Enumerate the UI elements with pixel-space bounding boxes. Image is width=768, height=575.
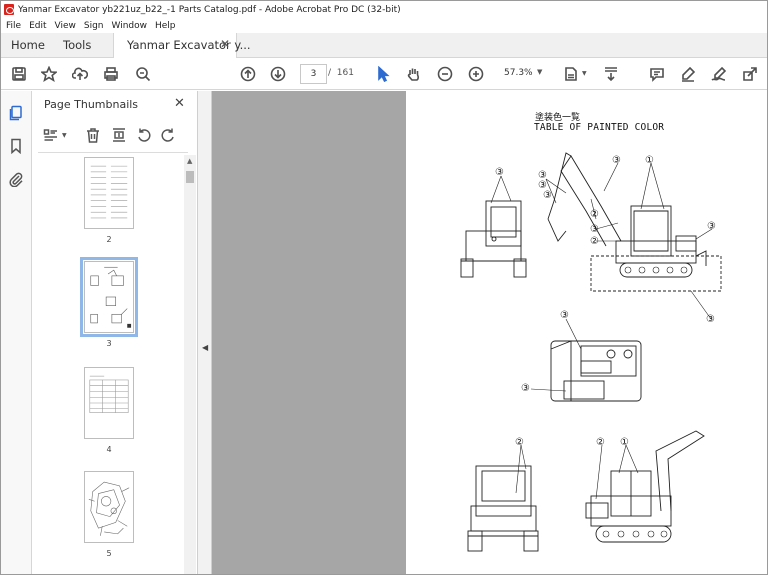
close-panel-icon[interactable]: ✕ [174, 96, 185, 111]
thumbnail-page-2-preview [90, 165, 128, 219]
thumbnail-tools: ▼ [40, 127, 190, 147]
menu-file[interactable]: File [6, 21, 21, 31]
thumbnail-page-3-preview [90, 266, 132, 328]
zoom-level[interactable]: 57.3% [504, 68, 533, 78]
thumbnail-number: 5 [106, 549, 112, 558]
thumbnail-number: 3 [106, 339, 112, 348]
tab-document[interactable]: Yanmar Excavator y... ✕ [113, 33, 251, 58]
comment-icon[interactable] [648, 65, 666, 83]
document-view[interactable]: 塗装色一覧 TABLE OF PAINTED COLOR ③ ③ ③ ③ ③ ①… [212, 91, 767, 574]
menu-window[interactable]: Window [112, 21, 148, 31]
page-thumbnails-icon[interactable] [8, 105, 24, 121]
tab-bar: Home Tools Yanmar Excavator y... ✕ [1, 33, 767, 58]
page-count: / 161 [328, 68, 354, 78]
zoom-dropdown-icon[interactable]: ▼ [537, 68, 542, 76]
delete-page-icon[interactable] [85, 127, 103, 145]
callout-1: ① [620, 437, 629, 448]
tab-document-label: Yanmar Excavator y... [127, 38, 251, 52]
thumbnail-page-5-preview [88, 481, 130, 536]
callout-2: ② [596, 437, 605, 448]
menu-edit[interactable]: Edit [29, 21, 46, 31]
page-fit-icon[interactable] [562, 65, 580, 83]
thumbnail-page-2[interactable] [84, 157, 134, 229]
callout-3: ③ [560, 310, 569, 321]
total-pages: 161 [336, 68, 354, 78]
thumbnail-number: 2 [106, 235, 112, 244]
thumbnail-options-icon[interactable] [43, 127, 61, 145]
callout-3: ③ [521, 383, 530, 394]
tab-home[interactable]: Home [11, 38, 45, 52]
prev-page-icon[interactable] [239, 65, 257, 83]
pdf-page: 塗装色一覧 TABLE OF PAINTED COLOR ③ ③ ③ ③ ③ ①… [406, 91, 767, 574]
callout-3: ③ [495, 167, 504, 178]
callout-3: ③ [612, 155, 621, 166]
collapse-panel-icon[interactable]: ◀ [202, 343, 208, 352]
panel-title: Page Thumbnails [44, 98, 139, 111]
left-navigation-rail [1, 91, 32, 574]
thumbnails-panel: Page Thumbnails ✕ ▼ 2 3 4 5 ▲ [32, 91, 198, 574]
excavator-top-view [550, 340, 642, 402]
close-tab-icon[interactable]: ✕ [220, 37, 230, 51]
hand-icon[interactable] [405, 65, 423, 83]
excavator-rear-view-bottom [467, 465, 539, 552]
zoom-in-icon[interactable] [467, 65, 485, 83]
callout-2: ② [590, 236, 599, 247]
thumbnail-page-4[interactable] [84, 367, 134, 439]
menu-view[interactable]: View [55, 21, 76, 31]
page-fit-dropdown-icon[interactable]: ▼ [582, 70, 587, 77]
callout-1: ① [645, 155, 654, 166]
scroll-up-icon[interactable]: ▲ [187, 157, 192, 165]
menu-bar: File Edit View Sign Window Help [1, 18, 767, 33]
title-bar: Yanmar Excavator yb221uz_b22_-1 Parts Ca… [1, 1, 767, 18]
thumbnail-list: 2 3 4 5 [32, 153, 186, 574]
acrobat-window: Yanmar Excavator yb221uz_b22_-1 Parts Ca… [0, 0, 768, 575]
thumbnail-page-3[interactable] [80, 257, 138, 337]
zoom-out-icon[interactable] [436, 65, 454, 83]
next-page-icon[interactable] [269, 65, 287, 83]
print-icon[interactable] [102, 65, 120, 83]
highlight-icon[interactable] [679, 65, 697, 83]
callout-3: ③ [706, 314, 715, 325]
zoom-search-icon[interactable] [134, 65, 152, 83]
attachments-icon[interactable] [8, 171, 24, 188]
extract-page-icon[interactable] [111, 127, 129, 145]
panel-splitter[interactable]: ◀ [198, 91, 212, 574]
page-number-input[interactable]: 3 [300, 64, 327, 84]
excavator-rear-view [460, 200, 527, 278]
sign-icon[interactable] [710, 65, 728, 83]
window-title: Yanmar Excavator yb221uz_b22_-1 Parts Ca… [18, 4, 401, 15]
save-icon[interactable] [10, 65, 28, 83]
rotate-counterclockwise-icon[interactable] [136, 127, 154, 145]
acrobat-pdf-icon [4, 4, 14, 15]
callout-3: ③ [707, 221, 716, 232]
menu-help[interactable]: Help [155, 21, 176, 31]
excavator-side-view [547, 152, 722, 292]
thumbnail-scrollbar[interactable]: ▲ [184, 155, 196, 574]
thumbnail-number: 4 [106, 445, 112, 454]
tab-tools[interactable]: Tools [63, 38, 91, 52]
callout-3: ③ [590, 224, 599, 235]
callout-2: ② [590, 209, 599, 220]
page-separator: / [328, 68, 332, 78]
excavator-drawing: ③ ③ ③ ③ ③ ① ② ③ ② ③ ③ ③ ③ ② ② ① [460, 152, 722, 552]
thumbnail-options-dropdown-icon[interactable]: ▼ [62, 132, 67, 139]
select-cursor-icon[interactable] [374, 65, 392, 83]
scroll-mode-icon[interactable] [602, 65, 620, 83]
thumbnail-page-4-preview [89, 375, 129, 413]
thumbnail-page-5[interactable] [84, 471, 134, 543]
bookmarks-icon[interactable] [8, 138, 24, 155]
callout-3: ③ [543, 190, 552, 201]
menu-sign[interactable]: Sign [84, 21, 104, 31]
callout-2: ② [515, 437, 524, 448]
toolbar: 3 / 161 57.3% ▼ ▼ [1, 58, 767, 90]
upload-icon[interactable] [71, 65, 89, 83]
scroll-thumb[interactable] [186, 171, 194, 183]
rotate-clockwise-icon[interactable] [160, 127, 178, 145]
bookmark-star-icon[interactable] [40, 65, 58, 83]
share-icon[interactable] [741, 65, 759, 83]
